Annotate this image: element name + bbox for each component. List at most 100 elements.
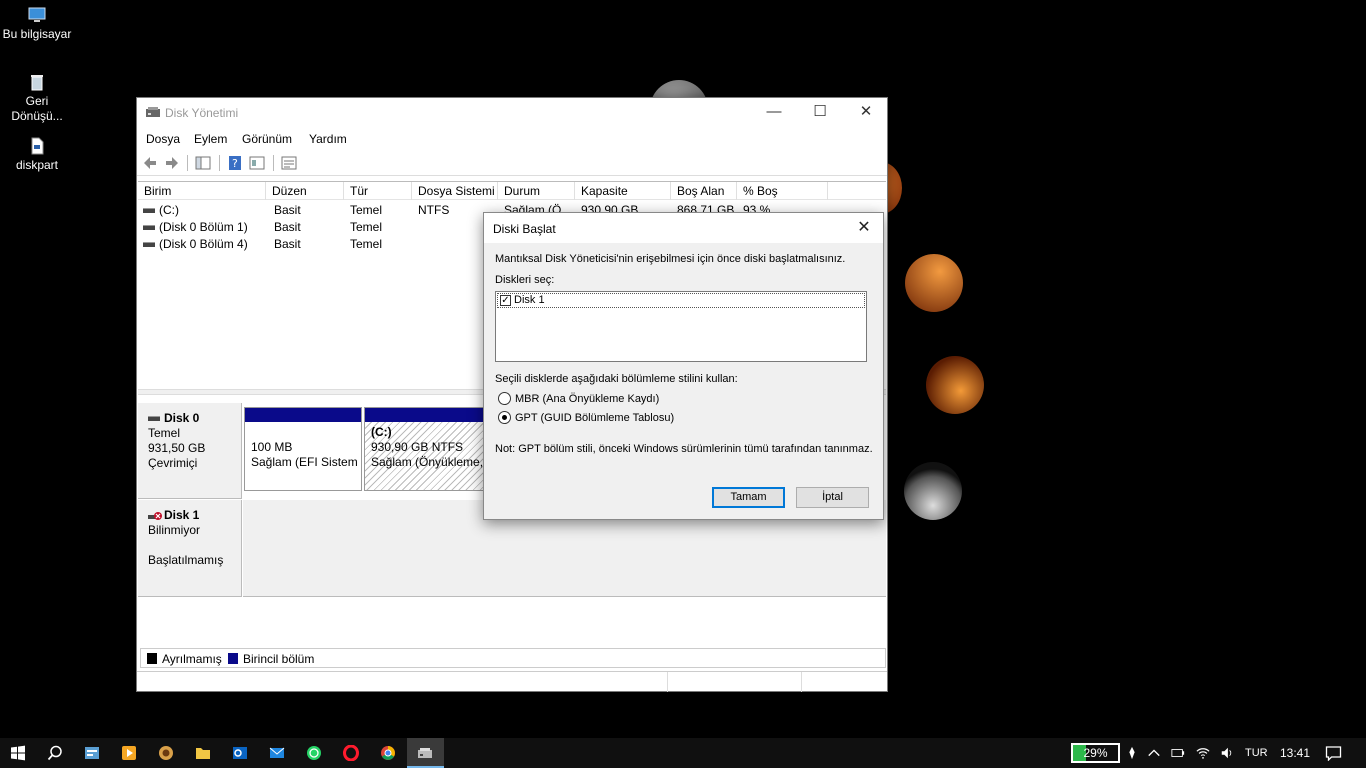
partition-style-label: Seçili disklerde aşağıdaki bölümleme sti… bbox=[495, 373, 738, 385]
taskbar-app-control-panel[interactable] bbox=[74, 738, 111, 768]
globe-icon bbox=[159, 746, 173, 760]
media-player-icon bbox=[122, 746, 136, 760]
desktop-icon-recycle-bin[interactable]: Geri Dönüşü... bbox=[0, 73, 74, 124]
dialog-intro-text: Mantıksal Disk Yöneticisi'nin erişebilme… bbox=[495, 253, 846, 265]
status-bar bbox=[137, 671, 887, 692]
battery-indicator[interactable]: 29% bbox=[1071, 743, 1120, 763]
taskbar-app-outlook[interactable] bbox=[222, 738, 259, 768]
menu-view[interactable]: Görünüm bbox=[242, 132, 292, 146]
column-header-filesystem[interactable]: Dosya Sistemi bbox=[412, 182, 498, 200]
list-view-icon[interactable] bbox=[281, 155, 297, 171]
cell-layout: Basit bbox=[274, 237, 301, 251]
taskbar-search[interactable] bbox=[37, 738, 74, 768]
desktop-icon-label: Geri Dönüşü... bbox=[11, 94, 63, 123]
desktop-icon-label: diskpart bbox=[15, 158, 59, 172]
forward-arrow-icon[interactable] bbox=[164, 155, 180, 171]
properties-icon[interactable] bbox=[249, 155, 265, 171]
cell-volume: (Disk 0 Bölüm 4) bbox=[143, 236, 268, 253]
ok-button[interactable]: Tamam bbox=[712, 487, 785, 508]
list-item-disk-1[interactable]: ✓ Disk 1 bbox=[497, 293, 865, 308]
close-button[interactable]: ✕ bbox=[843, 98, 889, 128]
taskbar-app-opera[interactable] bbox=[333, 738, 370, 768]
legend-swatch-unallocated bbox=[147, 653, 157, 664]
taskbar-app-browser-1[interactable] bbox=[148, 738, 185, 768]
drive-icon bbox=[148, 416, 160, 422]
file-icon bbox=[31, 137, 44, 155]
outlook-icon bbox=[233, 747, 247, 759]
taskbar-app-file-explorer[interactable] bbox=[185, 738, 222, 768]
mbr-radio-label[interactable]: MBR (Ana Önyükleme Kaydı) bbox=[515, 393, 659, 405]
cancel-button[interactable]: İptal bbox=[796, 487, 869, 508]
taskbar-app-mail[interactable] bbox=[259, 738, 296, 768]
help-icon[interactable]: ? bbox=[227, 155, 243, 171]
volume-icon[interactable] bbox=[1219, 746, 1235, 760]
gpt-radio-label[interactable]: GPT (GUID Bölümleme Tablosu) bbox=[515, 412, 674, 424]
back-arrow-icon[interactable] bbox=[142, 155, 158, 171]
dialog-close-button[interactable]: ✕ bbox=[849, 215, 879, 241]
column-header-type[interactable]: Tür bbox=[344, 182, 412, 200]
taskbar: 29% TUR 13:41 bbox=[0, 738, 1366, 768]
mail-icon bbox=[269, 747, 285, 758]
desktop-icon-this-pc[interactable]: Bu bilgisayar bbox=[0, 6, 74, 42]
disk-1-checkbox[interactable]: ✓ bbox=[500, 295, 511, 306]
clock[interactable]: 13:41 bbox=[1280, 738, 1310, 768]
partition-bar bbox=[365, 408, 485, 422]
whatsapp-icon bbox=[307, 746, 321, 760]
toolbar-separator bbox=[219, 155, 220, 171]
minimize-icon: — bbox=[766, 103, 782, 120]
status-pane bbox=[801, 672, 887, 692]
wifi-icon[interactable] bbox=[1195, 746, 1211, 760]
title-bar[interactable]: Disk Yönetimi — ☐ ✕ bbox=[137, 98, 887, 128]
partition-efi[interactable]: 100 MB Sağlam (EFI Sistem B bbox=[244, 407, 362, 491]
cell-type: Temel bbox=[350, 203, 383, 217]
maximize-button[interactable]: ☐ bbox=[797, 98, 843, 128]
minimize-button[interactable]: — bbox=[751, 98, 797, 128]
input-language[interactable]: TUR bbox=[1245, 738, 1268, 768]
windows-logo-icon bbox=[11, 745, 25, 761]
power-plug-icon[interactable] bbox=[1170, 746, 1186, 760]
taskbar-app-whatsapp[interactable] bbox=[296, 738, 333, 768]
wallpaper-moon-3 bbox=[905, 254, 963, 312]
disk-kind: Temel bbox=[148, 426, 181, 440]
disk-name: Disk 1 bbox=[164, 508, 200, 522]
column-header-capacity[interactable]: Kapasite bbox=[575, 182, 671, 200]
taskbar-app-disk-management[interactable] bbox=[407, 738, 444, 768]
volume-list-header: Birim Düzen Tür Dosya Sistemi Durum Kapa… bbox=[138, 182, 886, 200]
menu-file[interactable]: Dosya bbox=[146, 132, 180, 146]
pen-icon[interactable] bbox=[1125, 745, 1139, 761]
status-pane bbox=[667, 672, 801, 692]
notification-center-icon[interactable] bbox=[1325, 745, 1342, 761]
menu-help[interactable]: Yardım bbox=[309, 132, 347, 146]
mbr-radio[interactable] bbox=[498, 392, 511, 405]
gpt-radio[interactable] bbox=[498, 411, 511, 424]
cell-volume: (C:) bbox=[143, 202, 263, 219]
disk-state: Çevrimiçi bbox=[148, 456, 198, 470]
chevron-up-icon[interactable] bbox=[1147, 746, 1161, 760]
partition-c[interactable]: (C:) 930,90 GB NTFS Sağlam (Önyükleme, S bbox=[364, 407, 486, 491]
taskbar-app-media-player[interactable] bbox=[111, 738, 148, 768]
svg-text:?: ? bbox=[232, 157, 238, 170]
dialog-title-bar[interactable]: Diski Başlat ✕ bbox=[484, 213, 883, 243]
drive-icon bbox=[143, 225, 155, 231]
menu-action[interactable]: Eylem bbox=[194, 132, 227, 146]
drive-icon bbox=[143, 242, 155, 248]
column-header-layout[interactable]: Düzen bbox=[266, 182, 344, 200]
console-tree-icon[interactable] bbox=[195, 155, 211, 171]
folder-icon bbox=[196, 748, 210, 759]
disk-1-label[interactable]: Disk 1 Bilinmiyor Başlatılmamış bbox=[138, 500, 242, 597]
column-header-status[interactable]: Durum bbox=[498, 182, 575, 200]
column-header-free-space[interactable]: Boş Alan bbox=[671, 182, 737, 200]
start-button[interactable] bbox=[0, 738, 37, 768]
legend-swatch-primary bbox=[228, 653, 238, 664]
desktop-icon-diskpart[interactable]: diskpart bbox=[0, 137, 74, 173]
column-header-volume[interactable]: Birim bbox=[138, 182, 266, 200]
disk-0-label[interactable]: Disk 0 Temel 931,50 GB Çevrimiçi bbox=[138, 403, 242, 499]
gpt-note: Not: GPT bölüm stili, önceki Windows sür… bbox=[495, 443, 873, 455]
disk-kind: Bilinmiyor bbox=[148, 523, 201, 537]
close-icon: ✕ bbox=[859, 103, 873, 120]
recycle-bin-icon bbox=[31, 75, 43, 91]
disk-select-list[interactable]: ✓ Disk 1 bbox=[495, 291, 867, 362]
toolbar-separator bbox=[273, 155, 274, 171]
taskbar-app-chrome[interactable] bbox=[370, 738, 407, 768]
column-header-percent-free[interactable]: % Boş bbox=[737, 182, 828, 200]
